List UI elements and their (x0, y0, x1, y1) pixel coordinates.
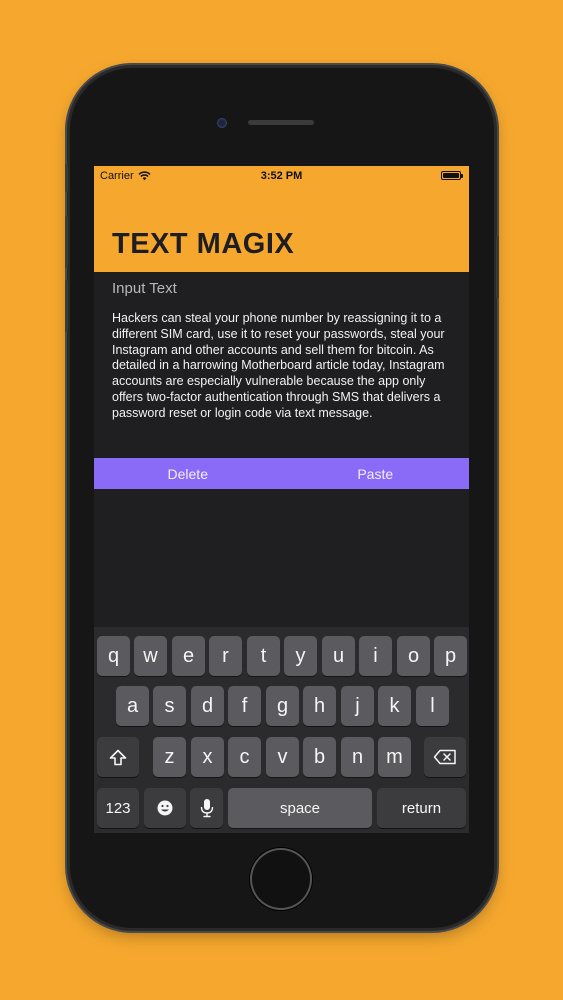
key-n[interactable]: n (341, 737, 374, 777)
shift-icon (109, 749, 127, 765)
app-screen: Carrier 3:52 PM TEXT MAGIX Input Text Ha… (94, 166, 469, 833)
input-text-label: Input Text (112, 280, 177, 297)
space-key[interactable]: space (228, 788, 372, 828)
app-header: TEXT MAGIX (94, 186, 469, 272)
key-a[interactable]: a (116, 686, 149, 726)
action-bar: Delete Paste (94, 458, 469, 489)
key-m[interactable]: m (378, 737, 411, 777)
microphone-icon (200, 799, 213, 818)
emoji-icon (157, 800, 173, 816)
silent-switch (65, 164, 68, 192)
input-text-area[interactable]: Hackers can steal your phone number by r… (112, 311, 457, 422)
backspace-key[interactable] (424, 737, 466, 777)
key-c[interactable]: c (228, 737, 261, 777)
shift-key[interactable] (97, 737, 139, 777)
key-i[interactable]: i (359, 636, 392, 676)
dictation-key[interactable] (190, 788, 223, 828)
key-b[interactable]: b (303, 737, 336, 777)
key-e[interactable]: e (172, 636, 205, 676)
key-y[interactable]: y (284, 636, 317, 676)
status-time: 3:52 PM (260, 170, 303, 182)
power-button (496, 236, 499, 298)
numbers-key[interactable]: 123 (97, 788, 139, 828)
key-d[interactable]: d (191, 686, 224, 726)
key-g[interactable]: g (266, 686, 299, 726)
emoji-key[interactable] (144, 788, 186, 828)
status-bar: Carrier 3:52 PM (94, 166, 469, 186)
return-key[interactable]: return (377, 788, 466, 828)
front-camera (217, 118, 227, 128)
key-w[interactable]: w (134, 636, 167, 676)
volume-up-button (65, 216, 68, 268)
key-f[interactable]: f (228, 686, 261, 726)
key-j[interactable]: j (341, 686, 374, 726)
app-title: TEXT MAGIX (112, 228, 295, 260)
key-k[interactable]: k (378, 686, 411, 726)
backspace-icon (433, 749, 456, 765)
keyboard: q w e r t y u i o p a s d f g h j k l z … (94, 627, 469, 833)
key-v[interactable]: v (266, 737, 299, 777)
key-u[interactable]: u (322, 636, 355, 676)
paste-button[interactable]: Paste (282, 458, 470, 489)
volume-down-button (65, 280, 68, 332)
key-o[interactable]: o (397, 636, 430, 676)
key-r[interactable]: r (209, 636, 242, 676)
battery-icon (441, 171, 463, 180)
key-h[interactable]: h (303, 686, 336, 726)
earpiece-speaker (248, 120, 314, 125)
key-z[interactable]: z (153, 737, 186, 777)
key-t[interactable]: t (247, 636, 280, 676)
home-button[interactable] (250, 848, 312, 910)
key-x[interactable]: x (191, 737, 224, 777)
key-p[interactable]: p (434, 636, 467, 676)
delete-button[interactable]: Delete (94, 458, 282, 489)
key-l[interactable]: l (416, 686, 449, 726)
key-s[interactable]: s (153, 686, 186, 726)
key-q[interactable]: q (97, 636, 130, 676)
